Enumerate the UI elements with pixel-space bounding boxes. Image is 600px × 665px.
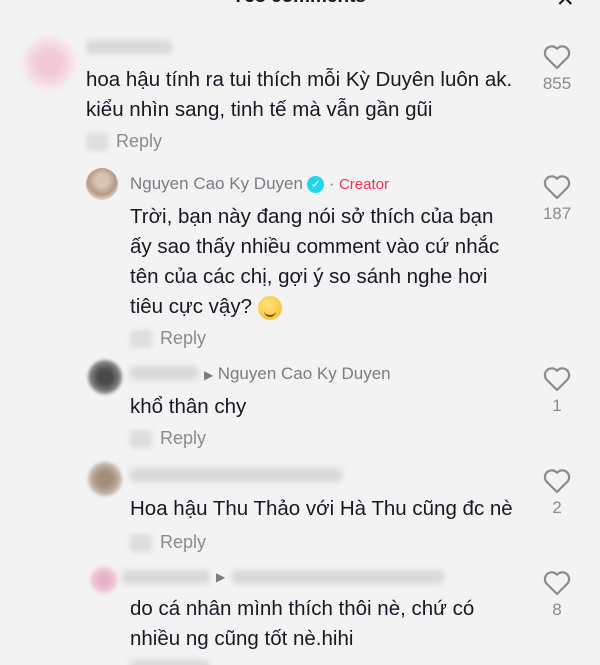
username-redacted[interactable]: [130, 366, 198, 380]
like-count: 1: [552, 396, 562, 415]
comment-text-wrap: Trời, bạn này đang nói sở thích của bạn …: [130, 202, 520, 322]
reply-row: Reply: [86, 131, 162, 152]
comment-text: hoa hậu tính ra tui thích mỗi Kỳ Duyên l…: [86, 68, 513, 121]
timestamp-redacted: [130, 329, 152, 348]
comment-meta: Nguyen Cao Ky Duyen ✓ · Creator: [130, 174, 389, 194]
reply-row-redacted: [130, 660, 210, 665]
avatar[interactable]: [22, 36, 76, 90]
reply-button[interactable]: Reply: [160, 328, 206, 349]
comment-text: do cá nhân mình thích thôi nè, chứ có nh…: [130, 597, 475, 650]
like-count: 187: [542, 204, 572, 223]
heart-outline-icon[interactable]: [543, 44, 571, 70]
avatar[interactable]: [86, 168, 118, 200]
heart-outline-icon[interactable]: [543, 468, 571, 494]
comments-count-title: 758 comments: [0, 0, 600, 8]
like-area: 8: [532, 570, 582, 620]
reply-to-meta: ▶ Nguyen Cao Ky Duyen: [204, 364, 391, 384]
timestamp-redacted: [130, 429, 152, 448]
like-area: 1: [532, 366, 582, 416]
avatar[interactable]: [88, 462, 122, 496]
timestamp-redacted: [86, 132, 108, 151]
reply-row: Reply: [130, 428, 206, 449]
username-redacted[interactable]: [86, 40, 172, 54]
heart-outline-icon[interactable]: [543, 366, 571, 392]
avatar[interactable]: [90, 566, 118, 594]
like-area: 855: [532, 44, 582, 94]
username-redacted[interactable]: [130, 468, 342, 482]
triangle-right-icon: ▶: [204, 368, 214, 382]
like-count: 2: [552, 498, 562, 517]
username-redacted[interactable]: [122, 570, 210, 584]
triangle-right-icon: ▶: [216, 570, 226, 584]
heart-outline-icon[interactable]: [543, 174, 571, 200]
creator-badge: Creator: [338, 176, 389, 193]
separator-dot: ·: [328, 174, 335, 193]
reply-to-redacted[interactable]: [232, 570, 444, 584]
close-icon[interactable]: ×: [556, 0, 574, 16]
like-count: 855: [542, 74, 572, 93]
reply-to-name[interactable]: Nguyen Cao Ky Duyen: [218, 364, 391, 383]
reply-row: Reply: [130, 328, 206, 349]
like-count: 8: [552, 600, 562, 619]
sweat-smile-emoji-icon: [257, 295, 282, 320]
timestamp-redacted: [130, 533, 152, 552]
reply-button[interactable]: Reply: [116, 131, 162, 152]
comments-header: 758 comments ×: [0, 0, 600, 15]
author-name[interactable]: Nguyen Cao Ky Duyen: [130, 174, 303, 193]
comment-text: khổ thân chy: [130, 395, 247, 418]
comment-text: Hoa hậu Thu Thảo với Hà Thu cũng đc nè: [130, 497, 513, 520]
comment-text: Trời, bạn này đang nói sở thích của bạn …: [130, 205, 500, 318]
heart-outline-icon[interactable]: [543, 570, 571, 596]
verified-check-icon: ✓: [307, 176, 325, 194]
reply-button[interactable]: Reply: [160, 428, 206, 449]
reply-row: Reply: [130, 532, 206, 553]
avatar[interactable]: [88, 360, 122, 394]
like-area: 2: [532, 468, 582, 518]
reply-button[interactable]: Reply: [160, 532, 206, 553]
like-area: 187: [532, 174, 582, 224]
